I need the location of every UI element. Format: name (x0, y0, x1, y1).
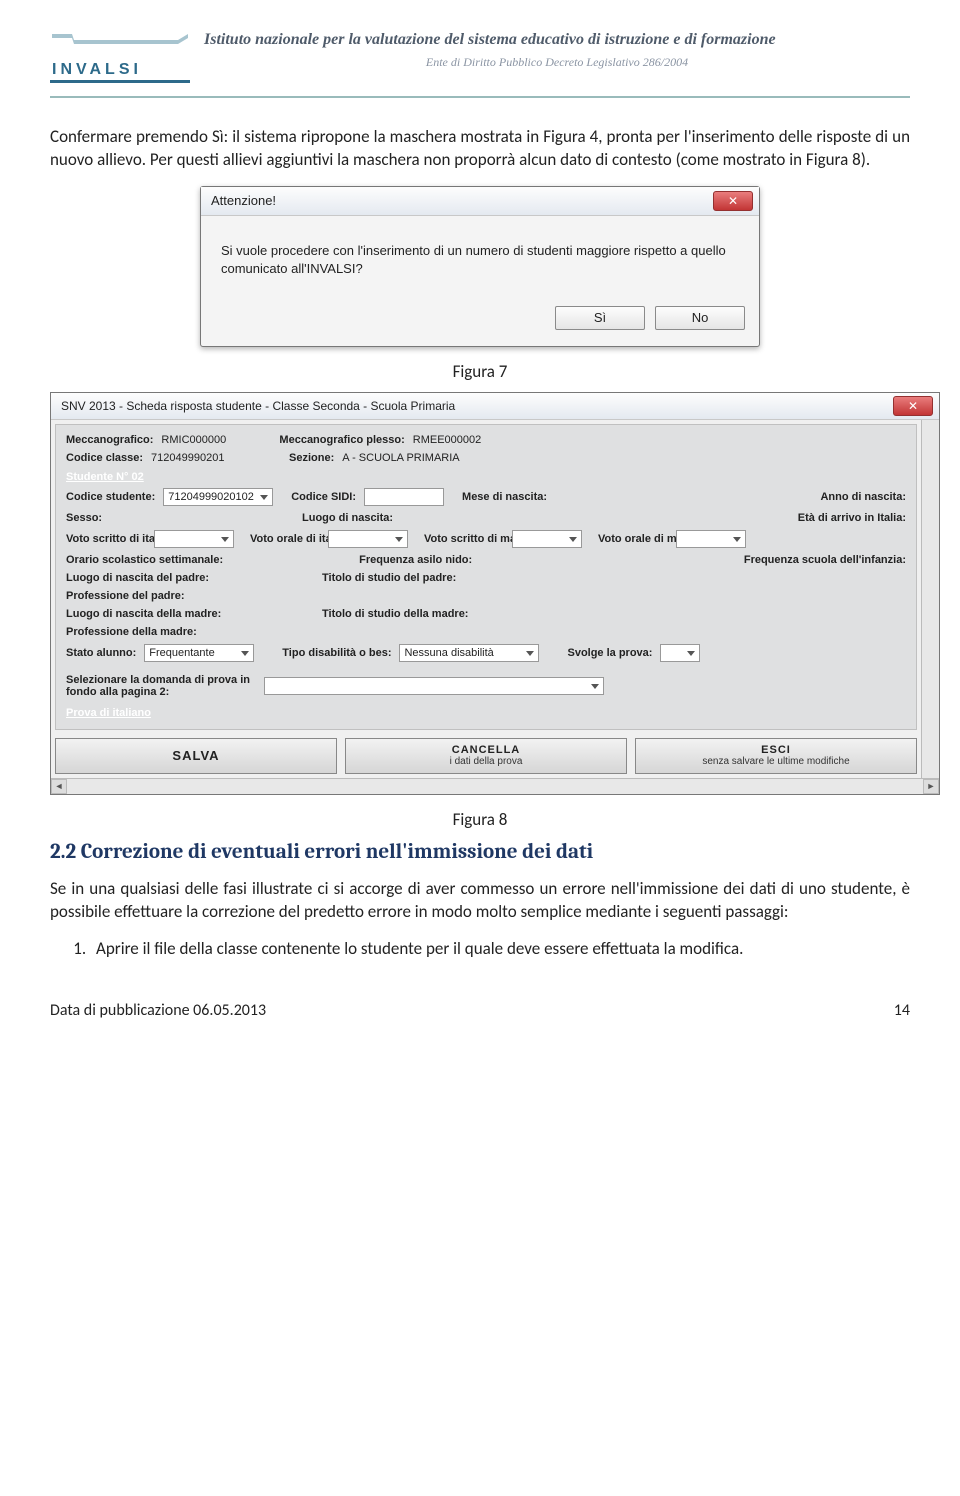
dialog-message: Si vuole procedere con l'inserimento di … (201, 216, 759, 296)
page-header: INVALSI Istituto nazionale per la valuta… (50, 30, 910, 98)
footer-date: Data di pubblicazione 06.05.2013 (50, 1001, 266, 1020)
label-sezione: Sezione: (289, 452, 334, 464)
label-prof-madre: Professione della madre: (66, 626, 197, 638)
value-mecc-plesso: RMEE000002 (413, 434, 482, 446)
figure7-caption: Figura 7 (50, 361, 910, 382)
no-button[interactable]: No (655, 306, 745, 330)
label-freq-nido: Frequenza asilo nido: (359, 554, 472, 566)
label-cod-sidi: Codice SIDI: (291, 491, 356, 503)
label-sesso: Sesso: (66, 512, 166, 524)
step-1: Aprire il file della classe contenente l… (90, 938, 910, 961)
value-meccanografico: RMIC000000 (161, 434, 271, 446)
label-meccanografico: Meccanografico: (66, 434, 153, 446)
dialog-attenzione: Attenzione! ✕ Si vuole procedere con l'i… (200, 186, 760, 347)
label-voto-oi: Voto orale di italiano: (250, 533, 320, 545)
prova-italiano-header: Prova di italiano (66, 707, 906, 719)
input-voto-sm[interactable] (512, 530, 582, 548)
header-title: Istituto nazionale per la valutazione de… (204, 30, 910, 49)
value-codice-classe: 712049990201 (151, 452, 251, 464)
label-freq-inf: Frequenza scuola dell'infanzia: (744, 554, 906, 566)
label-cod-studente: Codice studente: (66, 491, 155, 503)
logo: INVALSI (50, 30, 190, 88)
vertical-scrollbar[interactable] (921, 420, 939, 778)
label-luogo-padre: Luogo di nascita del padre: (66, 572, 176, 584)
label-luogo-nascita: Luogo di nascita: (302, 512, 393, 524)
input-voto-oi[interactable] (328, 530, 408, 548)
page-number: 14 (894, 1001, 910, 1020)
intro-paragraph: Confermare premendo Sì: il sistema ripro… (50, 126, 910, 172)
label-eta-arrivo: Età di arrivo in Italia: (798, 512, 906, 524)
logo-text: INVALSI (52, 61, 142, 78)
section-paragraph: Se in una qualsiasi delle fasi illustrat… (50, 878, 910, 924)
form-window: SNV 2013 - Scheda risposta studente - Cl… (50, 392, 940, 795)
steps-list: Aprire il file della classe contenente l… (90, 938, 910, 961)
label-voto-si: Voto scritto di italiano: (66, 533, 146, 545)
yes-button[interactable]: Sì (555, 306, 645, 330)
label-codice-classe: Codice classe: (66, 452, 143, 464)
label-stato: Stato alunno: (66, 647, 136, 659)
figure8-caption: Figura 8 (50, 809, 910, 830)
cancella-button[interactable]: CANCELLA i dati della prova (345, 738, 627, 774)
label-titolo-padre: Titolo di studio del padre: (322, 572, 456, 584)
input-sel-domanda[interactable] (264, 677, 604, 695)
label-titolo-madre: Titolo di studio della madre: (322, 608, 468, 620)
label-mese: Mese di nascita: (462, 491, 547, 503)
input-tipo-dis[interactable]: Nessuna disabilità (399, 644, 539, 662)
label-svolge: Svolge la prova: (567, 647, 652, 659)
input-cod-sidi[interactable] (364, 488, 444, 506)
section-heading: 2.2 Correzione di eventuali errori nell'… (50, 840, 910, 864)
header-subtitle: Ente di Diritto Pubblico Decreto Legisla… (204, 55, 910, 70)
input-stato[interactable]: Frequentante (144, 644, 254, 662)
label-voto-om: Voto orale di matematica: (598, 533, 668, 545)
close-icon[interactable]: ✕ (713, 191, 753, 211)
close-icon[interactable]: ✕ (893, 396, 933, 416)
label-prof-padre: Professione del padre: (66, 590, 185, 602)
dialog-title: Attenzione! (211, 193, 713, 208)
label-orario: Orario scolastico settimanale: (66, 554, 223, 566)
input-voto-si[interactable] (154, 530, 234, 548)
form-window-title: SNV 2013 - Scheda risposta studente - Cl… (61, 399, 893, 413)
salva-button[interactable]: SALVA (55, 738, 337, 774)
input-cod-studente[interactable]: 71204999020102 (163, 488, 273, 506)
esci-button[interactable]: ESCI senza salvare le ultime modifiche (635, 738, 917, 774)
label-mecc-plesso: Meccanografico plesso: (279, 434, 404, 446)
value-sezione: A - SCUOLA PRIMARIA (342, 452, 459, 464)
label-voto-sm: Voto scritto di matematica: (424, 533, 504, 545)
horizontal-scrollbar[interactable]: ◄► (51, 778, 939, 794)
student-header: Studente N° 02 (66, 471, 906, 483)
label-tipo-dis: Tipo disabilità o bes: (282, 647, 391, 659)
label-luogo-madre: Luogo di nascita della madre: (66, 608, 176, 620)
label-anno: Anno di nascita: (820, 491, 906, 503)
input-voto-om[interactable] (676, 530, 746, 548)
input-svolge[interactable] (660, 644, 700, 662)
label-sel-domanda: Selezionare la domanda di prova in fondo… (66, 674, 256, 698)
